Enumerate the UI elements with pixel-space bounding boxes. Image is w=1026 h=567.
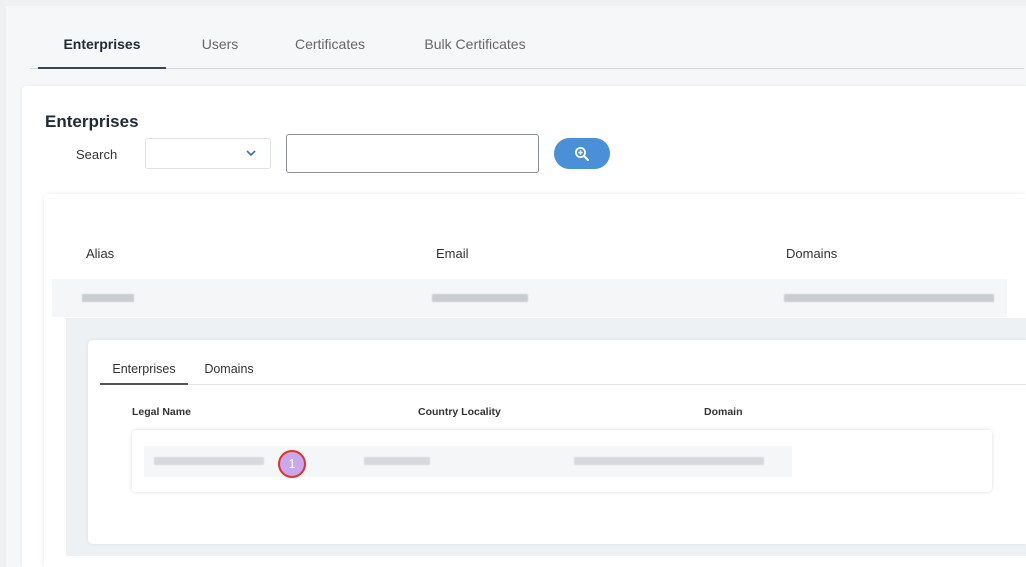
nested-details-card: Enterprises Domains Legal Name Country L… <box>88 340 1026 544</box>
redacted-domain <box>574 457 764 465</box>
redacted-domains <box>784 294 994 302</box>
column-header-country-locality: Country Locality <box>418 406 501 418</box>
inner-list: 1 <box>132 430 992 492</box>
inner-tab-bar: Enterprises Domains <box>100 354 1026 385</box>
zoom-in-icon <box>575 147 589 161</box>
section-title: Enterprises <box>45 112 139 131</box>
top-tab-bar: Enterprises Users Certificates Bulk Cert… <box>30 28 1024 69</box>
redacted-alias <box>82 294 134 302</box>
results-panel: Alias Email Domains Enterprises Domains … <box>44 194 1026 567</box>
tab-enterprises[interactable]: Enterprises <box>38 28 166 69</box>
row-expansion: Enterprises Domains Legal Name Country L… <box>66 318 1026 556</box>
column-header-alias: Alias <box>86 246 115 261</box>
inner-tab-domains[interactable]: Domains <box>196 354 262 383</box>
column-header-domain: Domain <box>704 406 743 418</box>
enterprises-card: Enterprises Search Alias Email Domains E… <box>22 86 1026 567</box>
column-header-email: Email <box>436 246 469 261</box>
redacted-email <box>432 294 528 302</box>
search-field-select[interactable] <box>145 138 271 169</box>
search-label: Search <box>76 147 118 162</box>
search-input[interactable] <box>286 134 539 173</box>
tab-users[interactable]: Users <box>180 28 260 67</box>
tab-certificates[interactable]: Certificates <box>280 28 380 67</box>
app-frame: Enterprises Users Certificates Bulk Cert… <box>6 6 1026 567</box>
redacted-country-locality <box>364 457 430 465</box>
column-header-legal-name: Legal Name <box>132 406 191 418</box>
step-marker: 1 <box>278 450 306 478</box>
column-header-domains: Domains <box>786 246 838 261</box>
table-row[interactable] <box>52 279 1007 317</box>
chevron-down-icon <box>246 150 256 157</box>
search-button[interactable] <box>554 138 610 169</box>
inner-tab-enterprises[interactable]: Enterprises <box>100 354 188 385</box>
tab-bulk-certificates[interactable]: Bulk Certificates <box>410 28 540 67</box>
list-item[interactable] <box>144 446 792 477</box>
redacted-legal-name <box>154 457 264 465</box>
